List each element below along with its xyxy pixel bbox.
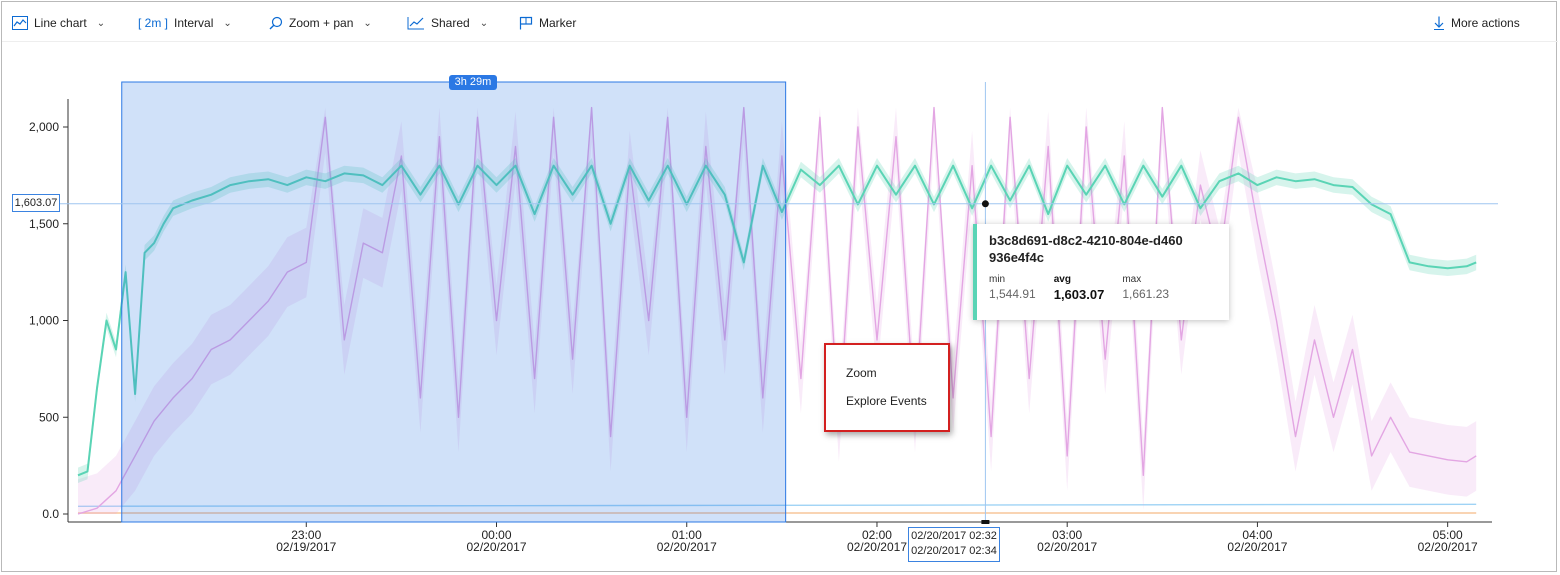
tooltip-avg: avg 1,603.07 — [1054, 274, 1105, 302]
hover-time-start: 02/20/2017 02:32 — [911, 530, 997, 542]
line-chart-plot[interactable]: 0.0 500 1,000 1,500 2,000 23:0002/19/201700:… — [2, 2, 1558, 573]
tooltip-min-value: 1,544.91 — [989, 287, 1036, 301]
x-tick-date: 02/20/2017 — [466, 540, 526, 554]
tooltip-max-value: 1,661.23 — [1122, 287, 1170, 301]
y-tick-label: 1,500 — [29, 217, 59, 231]
hover-axis-marker — [981, 520, 990, 524]
tooltip-series-id: b3c8d691-d8c2-4210-804e-d460936e4f4c — [989, 233, 1183, 265]
x-tick-date: 02/20/2017 — [1227, 540, 1287, 554]
y-tick-label: 500 — [39, 410, 59, 424]
y-axis: 0.0 500 1,000 1,500 2,000 — [29, 99, 69, 522]
y-tick-label: 1,000 — [29, 314, 59, 328]
selection-duration-badge: 3h 29m — [449, 75, 497, 90]
context-menu-zoom[interactable]: Zoom — [846, 366, 877, 380]
context-menu-explore-events[interactable]: Explore Events — [846, 394, 927, 408]
x-tick-date: 02/19/2017 — [276, 540, 336, 554]
tooltip-min-label: min — [989, 274, 1006, 285]
x-tick-date: 02/20/2017 — [847, 540, 907, 554]
hover-point — [981, 200, 989, 208]
series-tooltip: b3c8d691-d8c2-4210-804e-d460936e4f4c min… — [973, 224, 1229, 320]
x-tick-date: 02/20/2017 — [657, 540, 717, 554]
tooltip-avg-value: 1,603.07 — [1053, 287, 1105, 302]
brush-selection — [121, 81, 787, 523]
tooltip-avg-label: avg — [1053, 274, 1071, 285]
tooltip-stats: min 1,544.91 avg 1,603.07 max 1,661.23 — [989, 274, 1217, 302]
tooltip-max-label: max — [1122, 274, 1142, 285]
tooltip-max: max 1,661.23 — [1122, 274, 1169, 302]
context-menu: Zoom Explore Events — [824, 343, 950, 432]
tooltip-min: min 1,544.91 — [989, 274, 1036, 302]
y-tick-label: 2,000 — [29, 120, 59, 134]
hover-value-badge: 1,603.07 — [12, 194, 60, 212]
overlay-layer — [60, 81, 1498, 524]
time-series-explorer: Line chart ⌄ [ 2m ] Interval ⌄ Zoom + pa… — [1, 1, 1558, 573]
y-tick-label: 0.0 — [42, 507, 59, 521]
hover-time-end: 02/20/2017 02:34 — [911, 545, 997, 557]
x-tick-date: 02/20/2017 — [1418, 540, 1478, 554]
x-tick-date: 02/20/2017 — [1037, 540, 1097, 554]
hover-time-badge: 02/20/2017 02:32 02/20/2017 02:34 — [908, 527, 1000, 562]
x-axis: 23:0002/19/201700:0002/20/201701:0002/20… — [68, 521, 1492, 554]
